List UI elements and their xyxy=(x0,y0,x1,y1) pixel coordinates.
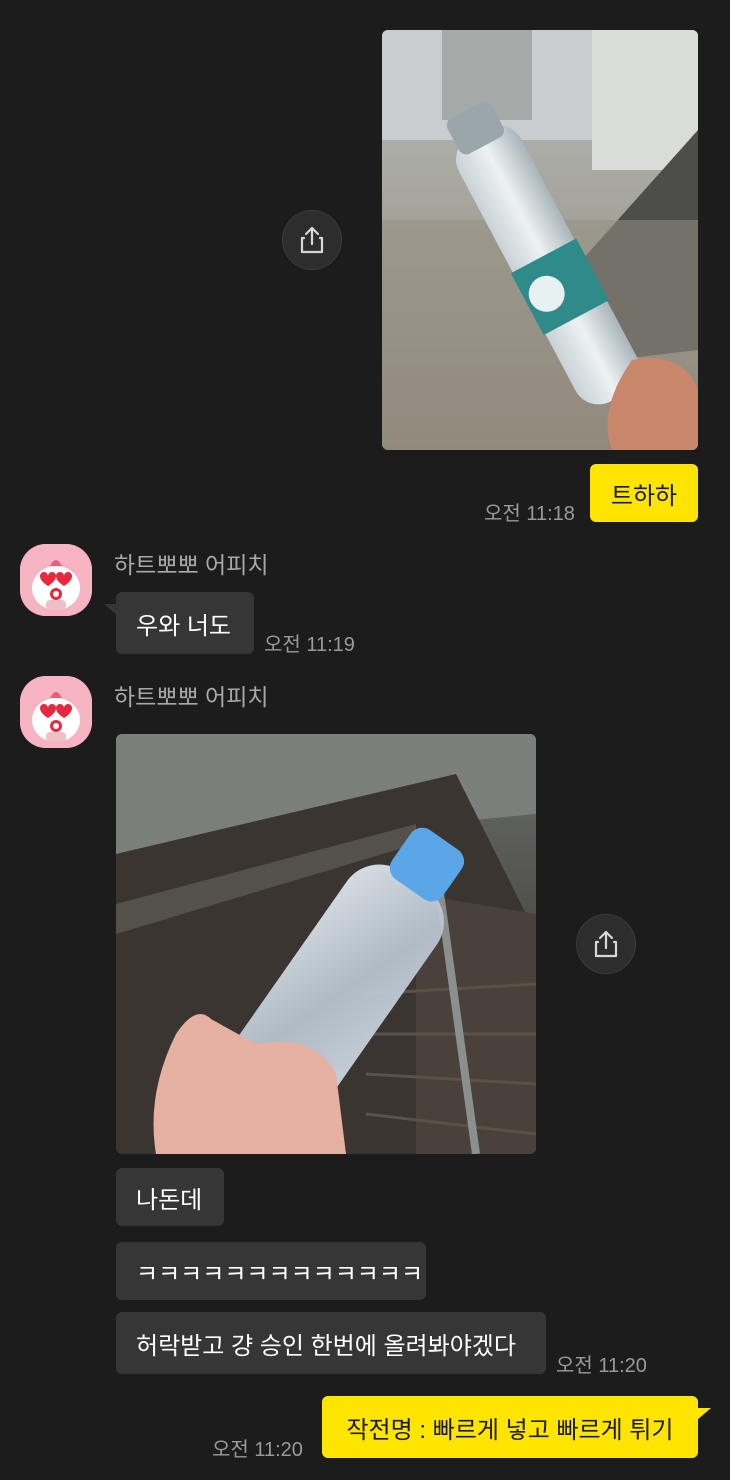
other-photo-message[interactable] xyxy=(116,734,536,1154)
other-message-bubble[interactable]: 허락받고 걍 승인 한번에 올려봐야겠다 xyxy=(116,1312,546,1374)
share-button[interactable] xyxy=(576,914,636,974)
other-message-bubble[interactable]: 나돈데 xyxy=(116,1168,224,1226)
apeach-heart-avatar-icon xyxy=(20,676,92,748)
water-bottle-photo-1 xyxy=(382,30,698,450)
my-photo-message[interactable] xyxy=(382,30,698,450)
share-icon xyxy=(594,930,618,958)
other-message-bubble[interactable]: ㅋㅋㅋㅋㅋㅋㅋㅋㅋㅋㅋㅋㅋ xyxy=(116,1242,426,1300)
message-time: 오전 11:20 xyxy=(556,1355,647,1377)
my-message-bubble[interactable]: 작전명 : 빠르게 넣고 빠르게 튀기 xyxy=(322,1396,698,1458)
message-text: 트하하 xyxy=(610,482,678,510)
sender-name: 하트뽀뽀 어피치 xyxy=(114,684,269,710)
message-text: 허락받고 걍 승인 한번에 올려봐야겠다 xyxy=(136,1332,516,1360)
message-text: 작전명 : 빠르게 넣고 빠르게 튀기 xyxy=(346,1416,674,1444)
apeach-heart-avatar-icon xyxy=(20,544,92,616)
message-time: 오전 11:20 xyxy=(212,1439,303,1461)
avatar[interactable] xyxy=(20,544,92,616)
message-text: ㅋㅋㅋㅋㅋㅋㅋㅋㅋㅋㅋㅋㅋ xyxy=(136,1260,424,1288)
message-time: 오전 11:19 xyxy=(264,634,355,656)
sender-name: 하트뽀뽀 어피치 xyxy=(114,552,269,578)
other-message-bubble[interactable]: 우와 너도 xyxy=(116,592,254,654)
share-icon xyxy=(300,226,324,254)
message-text: 우와 너도 xyxy=(136,612,231,640)
bubble-tail xyxy=(697,1408,711,1420)
avatar[interactable] xyxy=(20,676,92,748)
water-bottle-photo-2 xyxy=(116,734,536,1154)
message-time: 오전 11:18 xyxy=(484,503,575,525)
message-text: 나돈데 xyxy=(136,1186,203,1214)
share-button[interactable] xyxy=(282,210,342,270)
my-message-bubble[interactable]: 트하하 xyxy=(590,464,698,522)
